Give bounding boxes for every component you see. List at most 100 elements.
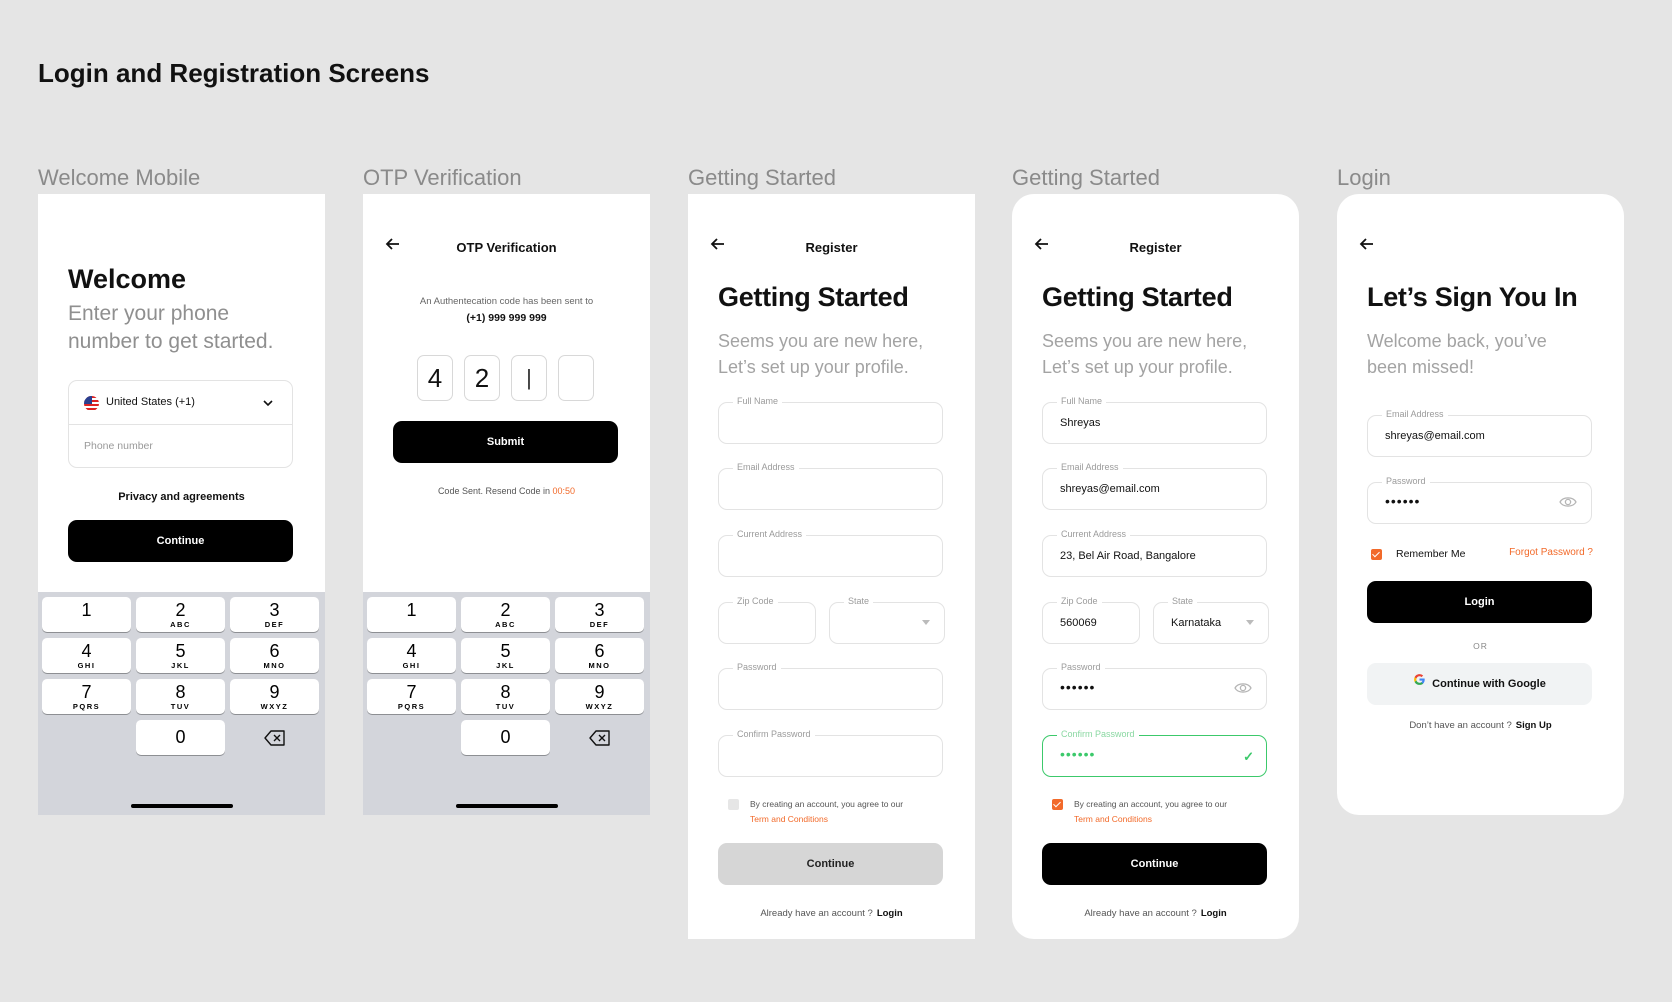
key-digit: 5 — [500, 641, 511, 661]
screen-label-register-filled: Getting Started — [1012, 165, 1160, 190]
terms-checkbox[interactable] — [728, 799, 739, 810]
privacy-link[interactable]: Privacy and agreements — [38, 491, 325, 503]
terms-link[interactable]: Term and Conditions — [750, 812, 950, 827]
key-0[interactable]: 0 — [461, 720, 550, 755]
eye-icon[interactable] — [1559, 495, 1577, 514]
remember-checkbox[interactable] — [1371, 549, 1382, 560]
eye-icon[interactable] — [1234, 681, 1252, 700]
password-field[interactable]: Password — [718, 662, 943, 710]
backspace-icon[interactable] — [555, 720, 644, 755]
key-9[interactable]: 9 WXYZ — [230, 679, 319, 714]
otp-digit-1[interactable]: 4 — [417, 355, 453, 401]
zip-code-field[interactable]: Zip Code — [718, 596, 816, 644]
key-5[interactable]: 5 JKL — [136, 638, 225, 673]
subtitle-line2: been missed! — [1367, 357, 1475, 377]
confirm-password-field[interactable]: Confirm Password — [718, 729, 943, 777]
numeric-keyboard: 1 2 ABC 3 DEF 4 GHI 5 JKL 6 MNO 7 PQRS 8 TUV 9 WXYZ 0 — [363, 592, 650, 815]
address-field[interactable]: Current Address 23, Bel Air Road, Bangal… — [1042, 529, 1267, 577]
signup-link[interactable]: Sign Up — [1516, 720, 1552, 731]
key-3[interactable]: 3 DEF — [230, 597, 319, 632]
register-subtitle: Seems you are new here, Let’s set up you… — [718, 328, 923, 380]
login-button[interactable]: Login — [1367, 581, 1592, 623]
register-filled-screen: Register Getting Started Seems you are n… — [1012, 194, 1299, 939]
password-field[interactable]: Password •••••• — [1367, 476, 1592, 524]
login-prompt: Already have an account ? Login — [1012, 908, 1299, 919]
otp-message: An Authentecation code has been sent to — [419, 296, 594, 307]
email-field[interactable]: Email Address — [718, 462, 943, 510]
key-letters: MNO — [588, 661, 611, 670]
otp-digit-3[interactable]: | — [511, 355, 547, 401]
key-6[interactable]: 6 MNO — [230, 638, 319, 673]
key-0[interactable]: 0 — [136, 720, 225, 755]
key-5[interactable]: 5 JKL — [461, 638, 550, 673]
backspace-icon[interactable] — [230, 720, 319, 755]
continue-button[interactable]: Continue — [718, 843, 943, 885]
key-digit: 5 — [175, 641, 186, 661]
us-flag-icon — [84, 396, 99, 411]
key-letters: PQRS — [72, 702, 101, 711]
phone-number-input[interactable]: Phone number — [84, 440, 153, 452]
key-4[interactable]: 4 GHI — [42, 638, 131, 673]
password-field[interactable]: Password •••••• — [1042, 662, 1267, 710]
nav-title: Register — [805, 240, 858, 255]
resend-timer[interactable]: 00:50 — [553, 486, 576, 496]
key-3[interactable]: 3 DEF — [555, 597, 644, 632]
key-6[interactable]: 6 MNO — [555, 638, 644, 673]
key-digit: 7 — [81, 682, 92, 702]
state-select[interactable]: State Karnataka — [1153, 596, 1269, 644]
forgot-password-link[interactable]: Forgot Password ? — [1509, 547, 1593, 558]
continue-button[interactable]: Continue — [1042, 843, 1267, 885]
subtitle-line2: Let’s set up your profile. — [1042, 357, 1233, 377]
full-name-field[interactable]: Full Name — [718, 396, 943, 444]
password-mask: •••••• — [1385, 493, 1421, 509]
login-link[interactable]: Login — [877, 908, 903, 919]
zip-code-field[interactable]: Zip Code 560069 — [1042, 596, 1140, 644]
country-select[interactable]: United States (+1) — [69, 381, 292, 425]
key-7[interactable]: 7 PQRS — [42, 679, 131, 714]
key-4[interactable]: 4 GHI — [367, 638, 456, 673]
login-link[interactable]: Login — [1201, 908, 1227, 919]
key-7[interactable]: 7 PQRS — [367, 679, 456, 714]
google-signin-button[interactable]: Continue with Google — [1367, 663, 1592, 705]
screen-label-login: Login — [1337, 165, 1391, 190]
google-icon — [1413, 662, 1426, 704]
register-subtitle: Seems you are new here, Let’s set up you… — [1042, 328, 1247, 380]
key-2[interactable]: 2 ABC — [136, 597, 225, 632]
key-1[interactable]: 1 — [367, 597, 456, 632]
field-label: Zip Code — [1057, 596, 1102, 606]
field-label: Email Address — [733, 462, 799, 472]
state-select[interactable]: State — [829, 596, 945, 644]
key-letters: WXYZ — [585, 702, 614, 711]
welcome-subtitle-line2: number to get started. — [68, 330, 274, 353]
key-digit: 2 — [500, 600, 511, 620]
key-2[interactable]: 2 ABC — [461, 597, 550, 632]
field-value: Shreyas — [1060, 417, 1101, 429]
email-field[interactable]: Email Address shreyas@email.com — [1367, 409, 1592, 457]
otp-digit-2[interactable]: 2 — [464, 355, 500, 401]
submit-button[interactable]: Submit — [393, 421, 618, 463]
key-1[interactable]: 1 — [42, 597, 131, 632]
resend-text: Code Sent. Resend Code in — [437, 486, 551, 496]
terms-link[interactable]: Term and Conditions — [1074, 812, 1274, 827]
address-field[interactable]: Current Address — [718, 529, 943, 577]
field-label: State — [1168, 596, 1198, 606]
email-field[interactable]: Email Address shreyas@email.com — [1042, 462, 1267, 510]
key-letters: DEF — [264, 620, 285, 629]
terms-checkbox[interactable] — [1052, 799, 1063, 810]
key-8[interactable]: 8 TUV — [136, 679, 225, 714]
full-name-field[interactable]: Full Name Shreyas — [1042, 396, 1267, 444]
google-button-label: Continue with Google — [1432, 678, 1546, 690]
key-digit: 1 — [81, 600, 92, 620]
key-letters: ABC — [170, 620, 191, 629]
continue-button[interactable]: Continue — [68, 520, 293, 562]
key-letters: GHI — [402, 661, 421, 670]
confirm-password-field[interactable]: Confirm Password •••••• ✓ — [1042, 729, 1267, 777]
field-label: Password — [733, 662, 781, 672]
terms-text-block: By creating an account, you agree to our… — [1074, 797, 1274, 827]
field-label: Password — [1382, 476, 1430, 486]
key-8[interactable]: 8 TUV — [461, 679, 550, 714]
back-arrow-icon[interactable] — [1359, 236, 1375, 252]
caret-down-icon — [1246, 620, 1254, 625]
otp-digit-4[interactable] — [558, 355, 594, 401]
key-9[interactable]: 9 WXYZ — [555, 679, 644, 714]
